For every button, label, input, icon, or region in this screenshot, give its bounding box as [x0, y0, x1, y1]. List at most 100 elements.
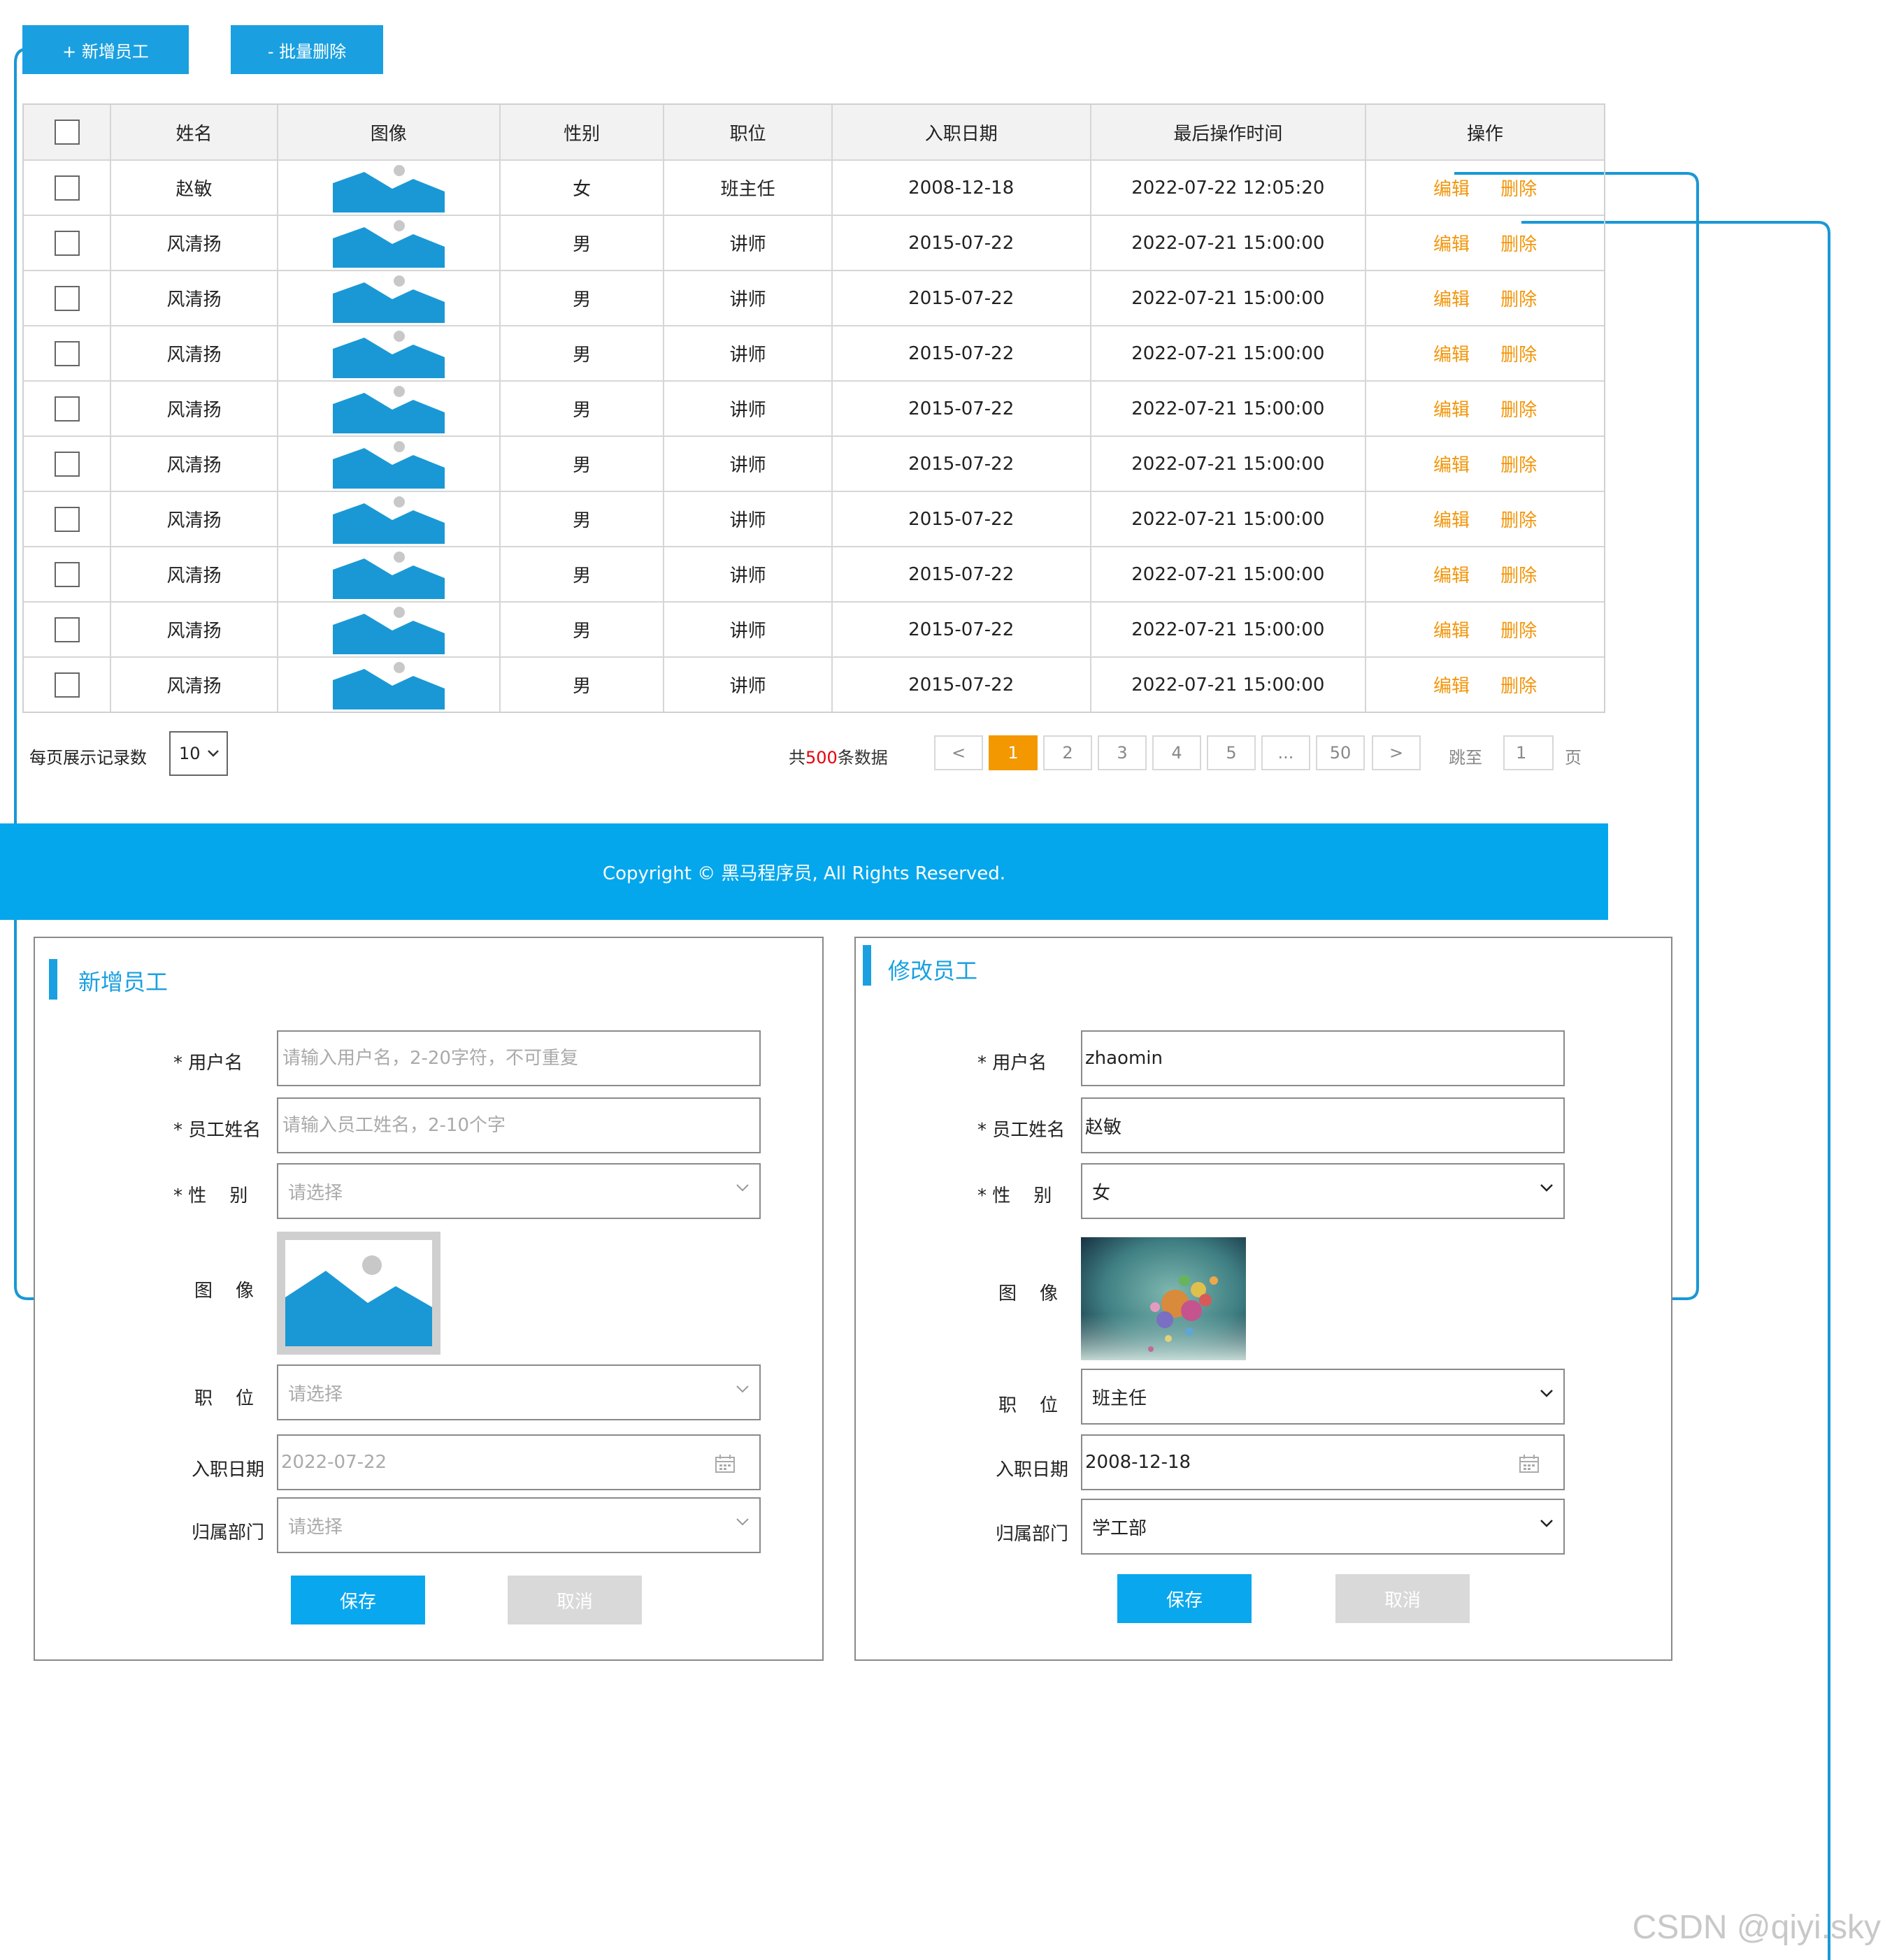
row-checkbox[interactable]	[54, 285, 80, 311]
edit-link[interactable]: 编辑	[1433, 617, 1470, 642]
employee-table: 姓名 图像 性别 职位 入职日期 最后操作时间 操作 赵敏 女 班主任 2008…	[22, 103, 1605, 713]
cancel-button[interactable]: 取消	[1335, 1574, 1470, 1623]
position-select[interactable]: 班主任	[1081, 1369, 1565, 1425]
page-button-2[interactable]: 2	[1043, 735, 1092, 770]
entry-date-label: 入职日期	[192, 1460, 265, 1480]
cell-image	[278, 216, 501, 270]
chevron-down-icon	[208, 750, 219, 757]
copyright-text: Copyright © 黑马程序员, All Rights Reserved.	[602, 863, 1006, 884]
delete-link[interactable]: 删除	[1500, 672, 1537, 698]
department-select[interactable]: 请选择	[277, 1497, 761, 1553]
cell-position: 讲师	[664, 603, 833, 656]
cell-last-op-time: 2022-07-22 12:05:20	[1091, 161, 1367, 215]
position-select[interactable]: 请选择	[277, 1364, 761, 1420]
delete-link[interactable]: 删除	[1500, 617, 1537, 642]
row-checkbox[interactable]	[54, 617, 80, 642]
cell-last-op-time: 2022-07-21 15:00:00	[1091, 603, 1367, 656]
per-page-label: 每页展示记录数	[29, 748, 147, 768]
cell-gender: 男	[501, 216, 665, 270]
next-page-button[interactable]: >	[1372, 735, 1421, 770]
chevron-down-icon	[1540, 1390, 1553, 1397]
per-page-value: 10	[179, 744, 201, 763]
employee-name-input[interactable]	[277, 1097, 761, 1153]
edit-link[interactable]: 编辑	[1433, 396, 1470, 421]
add-employee-button[interactable]: + 新增员工	[22, 25, 189, 74]
row-checkbox[interactable]	[54, 230, 80, 256]
edit-link[interactable]: 编辑	[1433, 230, 1470, 256]
batch-delete-button[interactable]: - 批量删除	[231, 25, 383, 74]
image-upload-box[interactable]	[277, 1232, 440, 1355]
edit-link[interactable]: 编辑	[1433, 340, 1470, 366]
image-placeholder-icon	[332, 440, 445, 489]
delete-link[interactable]: 删除	[1500, 451, 1537, 477]
table-row: 风清扬 男 讲师 2015-07-22 2022-07-21 15:00:00 …	[24, 658, 1604, 712]
row-checkbox[interactable]	[54, 672, 80, 698]
username-text-input[interactable]	[281, 1047, 759, 1069]
cell-image	[278, 161, 501, 215]
cell-position: 讲师	[664, 437, 833, 491]
save-button[interactable]: 保存	[291, 1576, 425, 1624]
position-label: 职 位	[998, 1395, 1059, 1416]
username-input[interactable]: zhaomin	[1081, 1030, 1565, 1086]
gender-select[interactable]: 女	[1081, 1163, 1565, 1219]
delete-link[interactable]: 删除	[1500, 340, 1537, 366]
cell-position: 讲师	[664, 658, 833, 712]
gender-select[interactable]: 请选择	[277, 1163, 761, 1219]
cell-name: 风清扬	[111, 382, 278, 435]
page-button-4[interactable]: 4	[1152, 735, 1201, 770]
row-checkbox[interactable]	[54, 175, 80, 201]
page-button-50[interactable]: 50	[1316, 735, 1365, 770]
page-button-3[interactable]: 3	[1098, 735, 1147, 770]
delete-link[interactable]: 删除	[1500, 561, 1537, 587]
save-button[interactable]: 保存	[1117, 1574, 1252, 1623]
cell-last-op-time: 2022-07-21 15:00:00	[1091, 216, 1367, 270]
header-entry-date: 入职日期	[833, 105, 1091, 159]
entry-date-picker[interactable]: 2022-07-22	[277, 1434, 761, 1490]
cell-actions: 编辑 删除	[1366, 492, 1604, 546]
cell-image	[278, 382, 501, 435]
header-position: 职位	[664, 105, 833, 159]
chevron-down-icon	[736, 1184, 749, 1192]
delete-link[interactable]: 删除	[1500, 230, 1537, 256]
delete-link[interactable]: 删除	[1500, 285, 1537, 311]
cell-image	[278, 547, 501, 601]
row-checkbox[interactable]	[54, 451, 80, 477]
edit-link[interactable]: 编辑	[1433, 451, 1470, 477]
row-checkbox[interactable]	[54, 506, 80, 532]
edit-link[interactable]: 编辑	[1433, 175, 1470, 201]
entry-date-placeholder: 2022-07-22	[281, 1452, 387, 1473]
delete-link[interactable]: 删除	[1500, 506, 1537, 532]
page-button-5[interactable]: 5	[1207, 735, 1256, 770]
username-input[interactable]	[277, 1030, 761, 1086]
edit-link[interactable]: 编辑	[1433, 285, 1470, 311]
entry-date-picker[interactable]: 2008-12-18	[1081, 1434, 1565, 1490]
employee-name-label: * 员工姓名	[173, 1120, 261, 1141]
cell-gender: 男	[501, 547, 665, 601]
department-select[interactable]: 学工部	[1081, 1499, 1565, 1555]
row-checkbox[interactable]	[54, 561, 80, 587]
edit-link[interactable]: 编辑	[1433, 506, 1470, 532]
page-button-1[interactable]: 1	[989, 735, 1038, 770]
table-row: 风清扬 男 讲师 2015-07-22 2022-07-21 15:00:00 …	[24, 437, 1604, 492]
employee-photo[interactable]	[1081, 1237, 1246, 1360]
cell-image	[278, 437, 501, 491]
header-image: 图像	[278, 105, 501, 159]
total-count: 500	[805, 748, 838, 768]
title-accent-bar	[49, 959, 57, 1000]
cell-gender: 男	[501, 603, 665, 656]
row-checkbox[interactable]	[54, 340, 80, 366]
jump-page-input[interactable]: 1	[1503, 735, 1554, 770]
prev-page-button[interactable]: <	[934, 735, 983, 770]
cancel-button[interactable]: 取消	[508, 1576, 642, 1624]
employee-name-input[interactable]: 赵敏	[1081, 1097, 1565, 1153]
edit-link[interactable]: 编辑	[1433, 672, 1470, 698]
edit-link[interactable]: 编辑	[1433, 561, 1470, 587]
delete-link[interactable]: 删除	[1500, 396, 1537, 421]
department-value: 学工部	[1092, 1518, 1147, 1539]
select-all-checkbox[interactable]	[54, 120, 80, 145]
employee-name-text-input[interactable]	[281, 1114, 759, 1137]
cell-entry-date: 2008-12-18	[833, 161, 1091, 215]
row-checkbox[interactable]	[54, 396, 80, 421]
per-page-select[interactable]: 10	[169, 731, 228, 776]
delete-link[interactable]: 删除	[1500, 175, 1537, 201]
